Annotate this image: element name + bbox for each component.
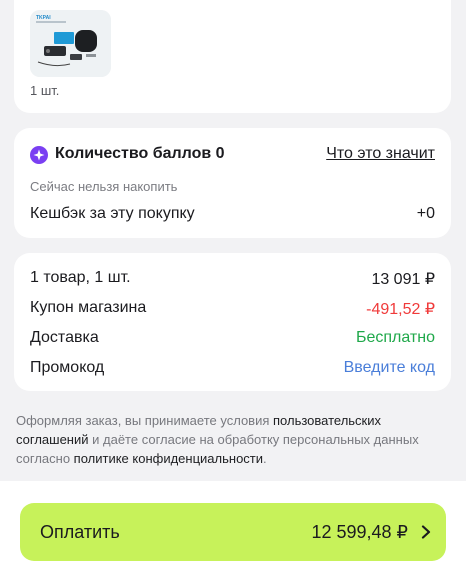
enter-promo-code-link[interactable]: Введите код — [344, 359, 435, 377]
coupon-value: -491,52 ₽ — [366, 301, 435, 318]
coupon-label: Купон магазина — [30, 299, 147, 316]
product-image-brand: TKPAI — [36, 15, 51, 21]
bonus-star-icon — [30, 146, 48, 164]
pay-button-label: Оплатить — [40, 522, 120, 542]
product-quantity: 1 шт. — [30, 83, 60, 98]
privacy-policy-link[interactable]: политике конфиденциальности — [74, 451, 263, 466]
order-summary-card: 1 товар, 1 шт. 13 091 ₽ Купон магазина -… — [14, 253, 451, 391]
items-label: 1 товар, 1 шт. — [30, 269, 131, 286]
checkout-footer: Оплатить 12 599,48 ₽ — [0, 481, 466, 577]
legal-text-1: Оформляя заказ, вы принимаете условия — [16, 413, 273, 428]
summary-row-delivery: Доставка Бесплатно — [30, 329, 435, 349]
product-thumbnail[interactable]: TKPAI — [30, 10, 111, 77]
summary-row-coupon: Купон магазина -491,52 ₽ — [30, 299, 435, 319]
legal-notice: Оформляя заказ, вы принимаете условия по… — [16, 411, 436, 468]
chevron-right-icon — [421, 525, 431, 539]
legal-text-3: . — [263, 451, 267, 466]
pay-button[interactable]: Оплатить 12 599,48 ₽ — [20, 503, 446, 561]
summary-row-items: 1 товар, 1 шт. 13 091 ₽ — [30, 269, 435, 289]
items-value: 13 091 ₽ — [371, 271, 435, 288]
what-it-means-link[interactable]: Что это значит — [326, 145, 435, 163]
summary-row-promo[interactable]: Промокод Введите код — [30, 359, 435, 379]
delivery-label: Доставка — [30, 329, 99, 346]
bonus-title: Количество баллов 0 — [55, 145, 225, 162]
cashback-label: Кешбэк за эту покупку — [30, 205, 195, 222]
bonus-card: Количество баллов 0 Что это значит Сейча… — [14, 128, 451, 238]
pay-button-amount: 12 599,48 ₽ — [311, 522, 408, 542]
product-card: TKPAI 1 шт. — [14, 0, 451, 113]
product-image: TKPAI — [30, 10, 111, 77]
promo-label: Промокод — [30, 359, 105, 376]
cashback-value: +0 — [416, 205, 435, 222]
bonus-note: Сейчас нельзя накопить — [30, 179, 178, 194]
delivery-value: Бесплатно — [355, 329, 435, 346]
